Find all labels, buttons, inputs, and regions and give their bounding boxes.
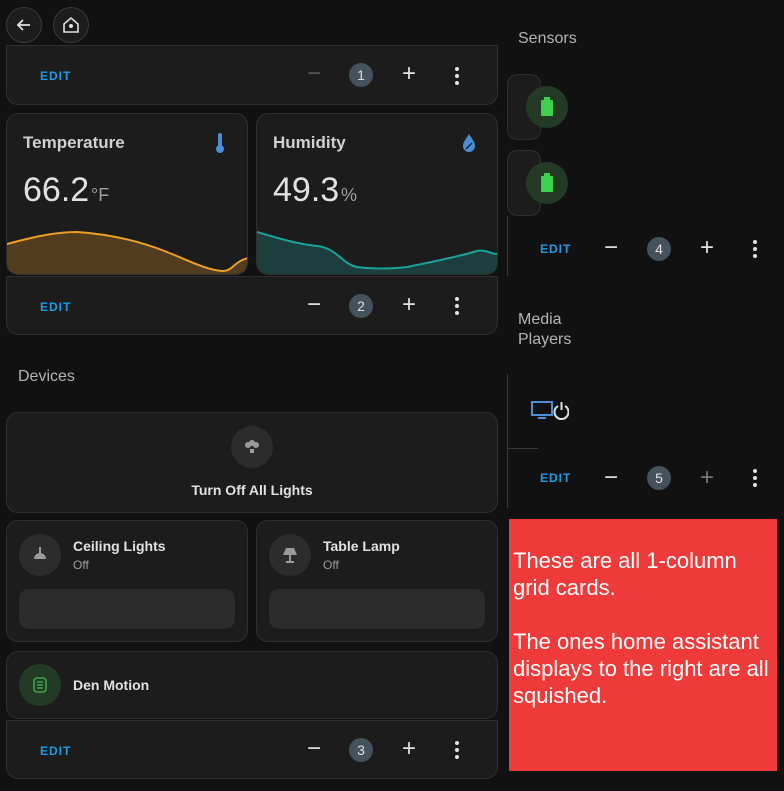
lightbulb-group-icon [231, 426, 273, 468]
temperature-history-graph [7, 230, 247, 274]
home-assistant-icon [63, 16, 79, 33]
thermometer-icon [216, 133, 224, 153]
note-line-1: These are all 1-column grid cards. [513, 548, 737, 600]
floor-lamp-icon [269, 534, 311, 576]
increase-button[interactable]: + [399, 62, 419, 86]
position-badge: 5 [647, 466, 671, 490]
position-badge: 3 [349, 738, 373, 762]
decrease-button[interactable]: − [601, 236, 621, 260]
edit-button[interactable]: EDIT [40, 300, 71, 314]
water-percent-icon [463, 134, 475, 152]
increase-button[interactable]: + [399, 737, 419, 761]
section-heading-media-players: Media Players [518, 311, 572, 348]
table-lamp-tile[interactable]: Table Lamp Off [256, 520, 498, 642]
more-options-icon[interactable] [753, 240, 757, 261]
button-label: Turn Off All Lights [191, 482, 313, 498]
back-button[interactable] [6, 7, 42, 43]
sensor-value: 66.2 [23, 171, 90, 209]
increase-button[interactable]: + [697, 236, 717, 260]
temperature-sensor-card[interactable]: Temperature 66.2 °F [6, 113, 248, 275]
tile-state: Off [323, 558, 339, 572]
decrease-button[interactable]: − [601, 466, 621, 490]
divider [508, 448, 538, 449]
battery-icon [526, 162, 568, 204]
note-line-2: The ones home assistant displays to the … [513, 629, 769, 708]
motion-sensor-icon [19, 664, 61, 706]
sensor-unit: °F [91, 185, 110, 205]
edit-button[interactable]: EDIT [40, 69, 71, 83]
battery-icon [526, 86, 568, 128]
arrow-left-icon [16, 19, 30, 31]
decrease-button[interactable]: − [304, 737, 324, 761]
media-card-border [507, 374, 508, 508]
decrease-button[interactable]: − [304, 293, 324, 317]
card-edit-bar-3: EDIT − 3 + [6, 720, 498, 779]
annotation-note: These are all 1-column grid cards. The o… [509, 519, 777, 771]
decrease-button[interactable]: − [304, 62, 324, 86]
section-heading-devices: Devices [18, 368, 75, 385]
edit-button[interactable]: EDIT [40, 744, 71, 758]
position-badge: 2 [349, 294, 373, 318]
all-lights-button-card[interactable]: Turn Off All Lights [6, 412, 498, 513]
section-heading-sensors: Sensors [518, 30, 577, 47]
card-edit-bar-4-border [507, 216, 508, 276]
increase-button[interactable]: + [697, 466, 717, 490]
sensor-unit: % [341, 185, 358, 205]
sensor-title: Temperature [23, 133, 125, 152]
sensor-title: Humidity [273, 133, 346, 152]
humidity-history-graph [257, 231, 497, 274]
ceiling-lights-tile[interactable]: Ceiling Lights Off [6, 520, 248, 642]
den-motion-tile[interactable]: Den Motion [6, 651, 498, 719]
more-options-icon[interactable] [455, 67, 459, 88]
home-button[interactable] [53, 7, 89, 43]
brightness-slider[interactable] [269, 589, 485, 629]
tile-name: Ceiling Lights [73, 538, 166, 554]
more-options-icon[interactable] [455, 741, 459, 762]
edit-button[interactable]: EDIT [540, 471, 571, 485]
position-badge: 4 [647, 237, 671, 261]
tile-name: Table Lamp [323, 538, 400, 554]
more-options-icon[interactable] [455, 297, 459, 318]
tv-power-icon[interactable] [531, 400, 569, 422]
ceiling-light-icon [19, 534, 61, 576]
brightness-slider[interactable] [19, 589, 235, 629]
card-edit-bar-2: EDIT − 2 + [6, 276, 498, 335]
humidity-sensor-card[interactable]: Humidity 49.3 % [256, 113, 498, 275]
more-options-icon[interactable] [753, 469, 757, 490]
increase-button[interactable]: + [399, 293, 419, 317]
tile-name: Den Motion [73, 677, 150, 693]
tile-state: Off [73, 558, 89, 572]
edit-button[interactable]: EDIT [540, 242, 571, 256]
sensor-value: 49.3 [273, 171, 340, 209]
card-edit-bar-1: EDIT − 1 + [6, 45, 498, 105]
position-badge: 1 [349, 63, 373, 87]
